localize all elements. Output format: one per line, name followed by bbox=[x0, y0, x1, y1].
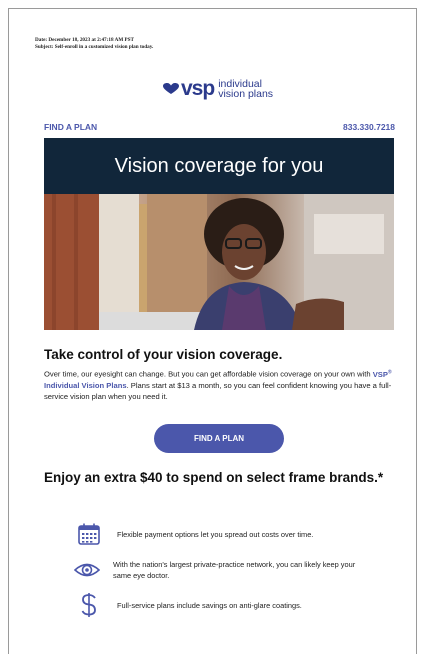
registered-mark: ® bbox=[387, 369, 392, 375]
benefit-item: Full-service plans include savings on an… bbox=[74, 592, 374, 618]
email-date: Date: December 18, 2023 at 2:47:18 AM PS… bbox=[35, 37, 135, 43]
find-a-plan-button[interactable]: FIND A PLAN bbox=[154, 424, 284, 453]
benefit-text: Flexible payment options let you spread … bbox=[117, 529, 314, 539]
link-text-plans: Individual Vision Plans bbox=[44, 380, 127, 390]
phone-link[interactable]: 833.330.7218 bbox=[343, 122, 395, 132]
vsp-logo[interactable]: vsp individual vision plans bbox=[163, 77, 274, 100]
email-subject: Subject: Self-enroll in a customized vis… bbox=[35, 43, 154, 50]
email-meta: Date: December 18, 2023 at 2:47:18 AM PS… bbox=[35, 37, 153, 50]
eye-icon bbox=[74, 557, 101, 583]
logo-brand-text: vsp bbox=[181, 77, 215, 100]
logo-tagline-line2: vision plans bbox=[218, 88, 274, 100]
heart-logo-icon bbox=[163, 83, 179, 94]
find-a-plan-link[interactable]: FIND A PLAN bbox=[44, 122, 97, 132]
benefit-text: With the nation's largest private-practi… bbox=[113, 560, 356, 580]
benefit-text: Full-service plans include savings on an… bbox=[117, 600, 302, 610]
woman-with-glasses-image bbox=[44, 194, 394, 330]
link-text-vsp: VSP bbox=[372, 369, 388, 379]
section2-heading: Enjoy an extra $40 to spend on select fr… bbox=[44, 470, 384, 485]
section1-body: Over time, our eyesight can change. But … bbox=[44, 367, 396, 402]
dollar-icon bbox=[74, 592, 104, 618]
section1-heading: Take control of your vision coverage. bbox=[44, 347, 283, 362]
calendar-icon bbox=[74, 521, 104, 547]
benefit-item: With the nation's largest private-practi… bbox=[74, 557, 374, 583]
benefit-item: Flexible payment options let you spread … bbox=[74, 521, 374, 547]
logo-tagline: individual vision plans bbox=[218, 79, 274, 100]
hero-banner: Vision coverage for you bbox=[44, 138, 394, 194]
section1-body-part1: Over time, our eyesight can change. But … bbox=[44, 369, 373, 379]
hero-photo bbox=[44, 194, 394, 330]
banner-title: Vision coverage for you bbox=[114, 154, 324, 177]
